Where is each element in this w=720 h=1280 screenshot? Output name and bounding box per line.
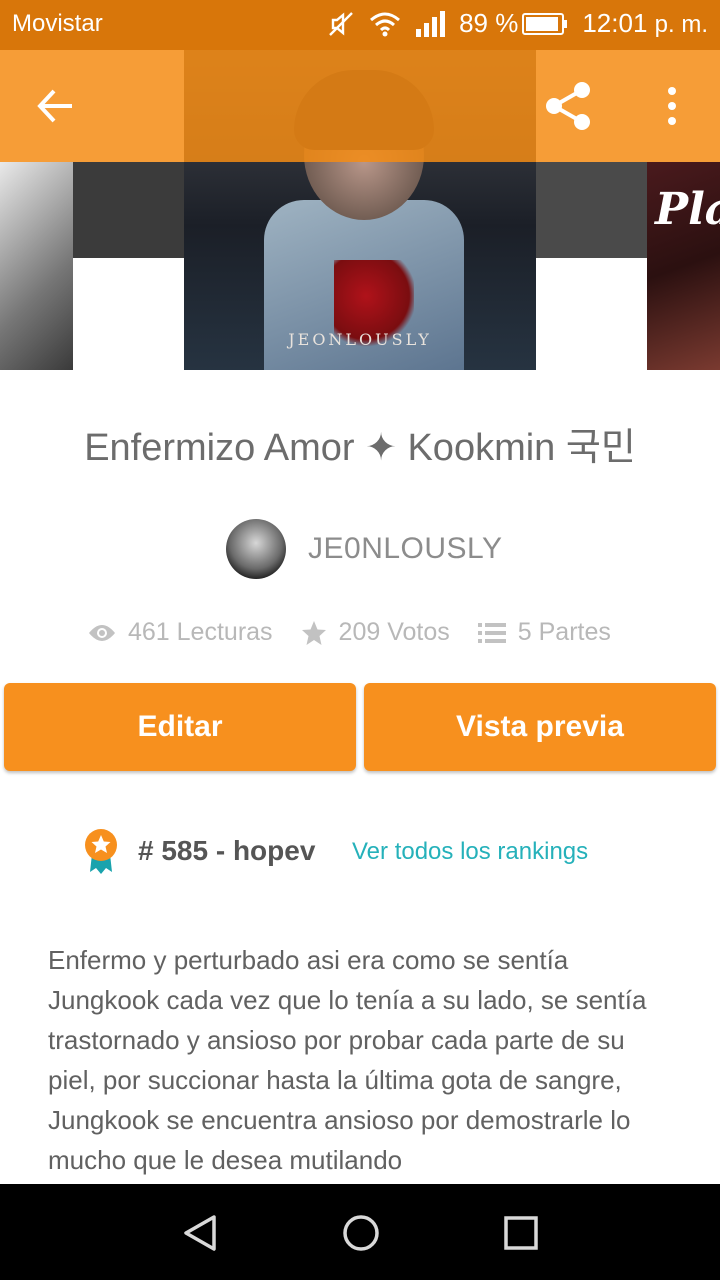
carrier-label: Movistar bbox=[12, 10, 103, 37]
author-link[interactable]: JE0NLOUSLY bbox=[226, 519, 503, 579]
ranking-badge: # 585 - hopev bbox=[82, 828, 315, 874]
star-icon bbox=[301, 620, 326, 645]
cover-left-card[interactable] bbox=[0, 162, 73, 370]
cover-watermark: JEONLOUSLY bbox=[288, 330, 432, 349]
back-arrow-icon bbox=[37, 89, 72, 123]
more-vert-icon bbox=[668, 87, 676, 125]
battery-icon bbox=[522, 12, 568, 35]
cover-right-title: Pla bbox=[655, 184, 720, 235]
share-icon bbox=[546, 82, 590, 130]
cover-right-card[interactable]: Pla bbox=[647, 162, 720, 370]
nav-recent-apps-button[interactable] bbox=[504, 1216, 538, 1255]
nav-recent-icon bbox=[504, 1216, 538, 1250]
edit-button[interactable]: Editar bbox=[4, 683, 356, 771]
reads-count: 461 Lecturas bbox=[128, 618, 273, 646]
status-bar: Movistar 89 % 12:01 p. m. bbox=[0, 0, 720, 50]
cover-right-shade bbox=[536, 162, 647, 258]
votes-count: 209 Votos bbox=[338, 618, 450, 646]
battery-percent: 89 % bbox=[459, 8, 519, 38]
signal-icon bbox=[415, 10, 446, 37]
more-options-button[interactable] bbox=[656, 82, 688, 130]
nav-home-icon bbox=[343, 1215, 379, 1251]
wifi-icon bbox=[369, 11, 401, 37]
parts-count[interactable]: 5 Partes bbox=[518, 618, 611, 647]
share-button[interactable] bbox=[542, 80, 594, 132]
clock-time: 12:01 bbox=[582, 8, 648, 38]
toolbar bbox=[0, 50, 720, 162]
reads-stat: 461 Lecturas bbox=[88, 618, 273, 647]
nav-back-icon bbox=[184, 1215, 216, 1251]
view-all-rankings-link[interactable]: Ver todos los rankings bbox=[352, 838, 588, 866]
ranking-text: # 585 - hopev bbox=[138, 835, 316, 866]
story-title: Enfermizo Amor ✦ Kookmin 국민 bbox=[84, 427, 636, 469]
back-button[interactable] bbox=[36, 86, 76, 126]
battery-indicator: 89 % bbox=[459, 8, 568, 39]
ranking-medal-icon bbox=[85, 829, 117, 874]
list-icon bbox=[477, 622, 506, 643]
clock: 12:01 p. m. bbox=[582, 8, 708, 39]
parts-stat[interactable]: 5 Partes bbox=[477, 618, 611, 647]
author-name[interactable]: JE0NLOUSLY bbox=[308, 532, 503, 566]
mute-icon bbox=[327, 10, 355, 38]
story-stats: 461 Lecturas 209 Votos 5 Partes bbox=[88, 618, 611, 647]
system-nav-bar bbox=[0, 1184, 720, 1280]
nav-back-button[interactable] bbox=[182, 1214, 218, 1257]
clock-suffix: p. m. bbox=[654, 11, 708, 38]
nav-home-button[interactable] bbox=[342, 1214, 380, 1257]
preview-button[interactable]: Vista previa bbox=[364, 683, 716, 771]
author-avatar[interactable] bbox=[226, 519, 286, 579]
votes-stat: 209 Votos bbox=[301, 618, 450, 647]
status-icons: 89 % 12:01 p. m. bbox=[327, 8, 708, 39]
cover-left-shade bbox=[73, 162, 184, 258]
story-description: Enfermo y perturbado asi era como se sen… bbox=[48, 945, 647, 1175]
eye-icon bbox=[89, 624, 115, 641]
